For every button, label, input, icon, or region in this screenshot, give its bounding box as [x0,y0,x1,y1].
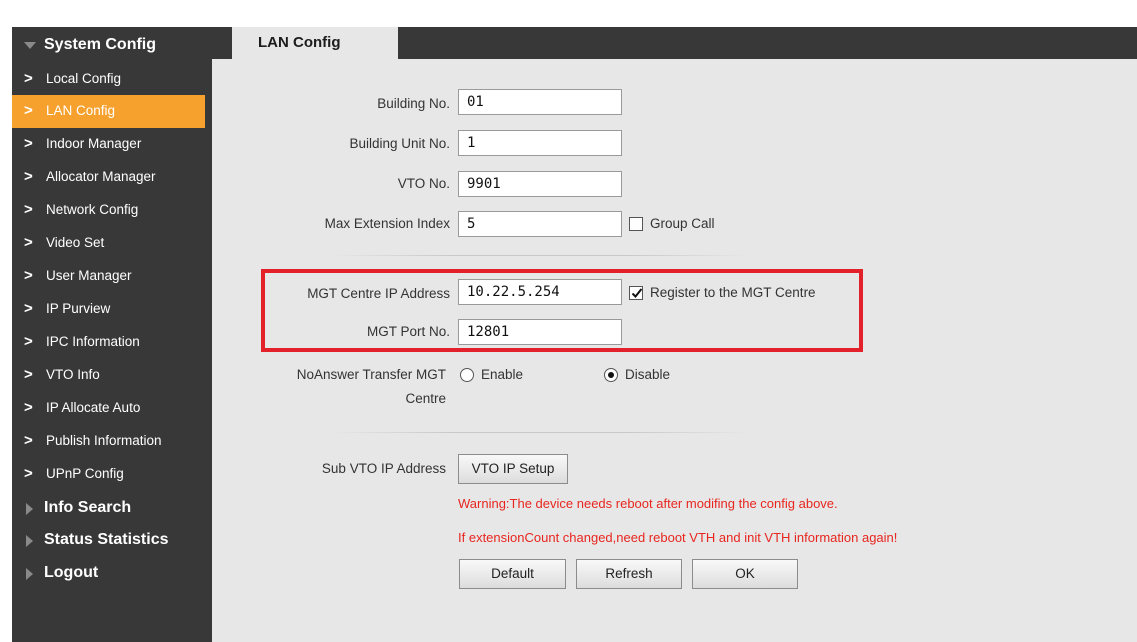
noanswer-label-line1: NoAnswer Transfer MGT [296,367,446,382]
sidebar-item-label: IP Purview [46,301,111,316]
refresh-button[interactable]: Refresh [576,559,682,589]
sidebar-group-label: System Config [44,36,157,53]
ok-button[interactable]: OK [692,559,798,589]
warning-text: Warning:The device needs reboot after mo… [458,496,838,511]
sidebar: System Config > Local Config > LAN Confi… [12,27,212,642]
building-unit-no-field[interactable]: 1 [458,130,622,156]
sidebar-item-vto-info[interactable]: > VTO Info [12,359,212,392]
chevron-right-icon: > [24,399,33,416]
enable-radio[interactable] [460,368,474,382]
chevron-right-icon: > [24,168,33,185]
disable-radio[interactable] [604,368,618,382]
sidebar-item-ip-purview[interactable]: > IP Purview [12,293,212,326]
sidebar-item-label: Publish Information [46,433,162,448]
max-extension-index-label: Max Extension Index [324,216,450,231]
sidebar-item-label: Network Config [46,202,139,217]
noanswer-label-line2: Centre [405,391,446,406]
vto-ip-setup-button[interactable]: VTO IP Setup [458,454,568,484]
chevron-right-icon: > [24,135,33,152]
chevron-right-icon: > [24,366,33,383]
sidebar-group-status-statistics[interactable]: Status Statistics [12,524,212,558]
building-unit-no-label: Building Unit No. [349,136,450,151]
sidebar-item-label: IPC Information [46,334,140,349]
max-extension-index-field[interactable]: 5 [458,211,622,237]
sidebar-group-label: Status Statistics [44,531,169,548]
disable-label: Disable [625,367,671,382]
building-no-label: Building No. [377,96,450,111]
section-divider [330,255,750,256]
sidebar-item-ip-allocate-auto[interactable]: > IP Allocate Auto [12,392,212,425]
tab-label: LAN Config [258,34,341,51]
building-no-field[interactable]: 01 [458,89,622,115]
sidebar-group-logout[interactable]: Logout [12,557,212,591]
group-call-label: Group Call [650,216,715,231]
chevron-right-icon: > [24,300,33,317]
vto-no-label: VTO No. [397,176,450,191]
sidebar-item-network-config[interactable]: > Network Config [12,194,212,227]
sidebar-item-ipc-information[interactable]: > IPC Information [12,326,212,359]
sidebar-item-label: User Manager [46,268,132,283]
chevron-right-icon: > [24,333,33,350]
chevron-right-icon: > [24,234,33,251]
chevron-right-icon: > [24,70,33,87]
sidebar-group-info-search[interactable]: Info Search [12,492,212,526]
sidebar-item-label: UPnP Config [46,466,124,481]
caret-down-icon [24,42,36,49]
sidebar-group-label: Logout [44,564,99,581]
sidebar-item-label: LAN Config [46,103,116,118]
sidebar-group-system-config[interactable]: System Config [12,29,212,63]
sidebar-item-video-set[interactable]: > Video Set [12,227,212,260]
sidebar-item-lan-config[interactable]: > LAN Config [12,95,205,128]
chevron-right-icon: > [24,267,33,284]
sidebar-item-label: Allocator Manager [46,169,156,184]
chevron-right-icon: > [24,201,33,218]
sidebar-item-label: IP Allocate Auto [46,400,141,415]
vto-no-field[interactable]: 9901 [458,171,622,197]
caret-right-icon [26,535,33,547]
sub-vto-label: Sub VTO IP Address [321,461,446,476]
sidebar-item-label: Indoor Manager [46,136,142,151]
sidebar-item-label: Local Config [46,71,122,86]
sidebar-item-upnp-config[interactable]: > UPnP Config [12,458,212,491]
sidebar-item-publish-information[interactable]: > Publish Information [12,425,212,458]
section-divider [330,432,750,433]
highlight-box [261,269,863,352]
chevron-right-icon: > [24,102,33,119]
enable-label: Enable [481,367,524,382]
tab-lan-config[interactable]: LAN Config [232,27,398,59]
sidebar-item-indoor-manager[interactable]: > Indoor Manager [12,128,212,161]
sidebar-item-user-manager[interactable]: > User Manager [12,260,212,293]
sidebar-item-label: VTO Info [46,367,100,382]
group-call-checkbox[interactable] [629,217,643,231]
warning-text: If extensionCount changed,need reboot VT… [458,530,898,545]
caret-right-icon [26,568,33,580]
sidebar-item-local-config[interactable]: > Local Config [12,63,212,96]
chevron-right-icon: > [24,465,33,482]
caret-right-icon [26,503,33,515]
sidebar-group-label: Info Search [44,499,132,516]
sidebar-item-allocator-manager[interactable]: > Allocator Manager [12,161,212,194]
radio-selected-dot [608,372,614,378]
sidebar-item-label: Video Set [46,235,105,250]
chevron-right-icon: > [24,432,33,449]
default-button[interactable]: Default [459,559,566,589]
